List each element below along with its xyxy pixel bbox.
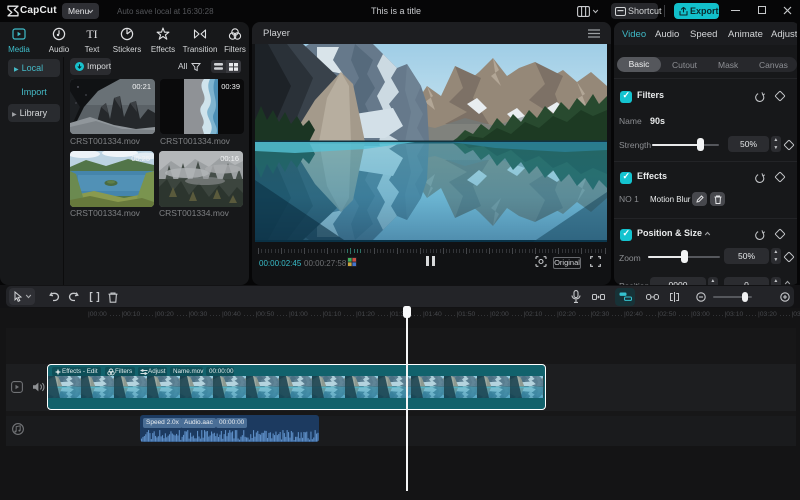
svg-text:TI: TI <box>86 27 97 41</box>
